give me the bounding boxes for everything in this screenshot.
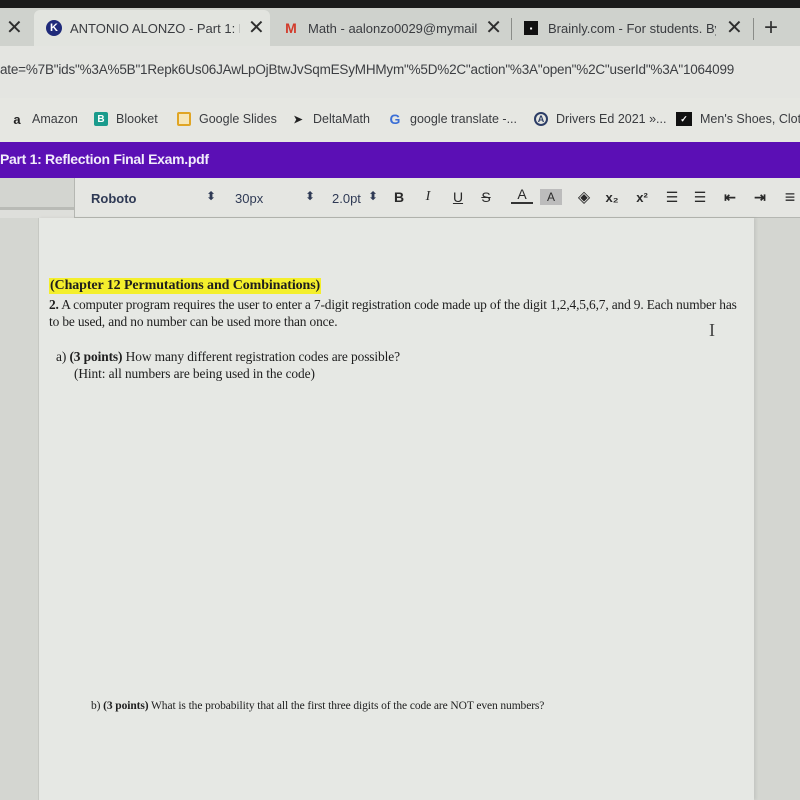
bulleted-list-icon[interactable]: ☰ (689, 186, 711, 208)
part-a-points: (3 points) (69, 349, 123, 364)
tab-title: Math - aalonzo0029@mymail (308, 20, 478, 36)
tab-previous[interactable]: ✕ (0, 10, 34, 46)
part-b-points: (3 points) (103, 700, 149, 712)
bookmark-blooket[interactable]: B Blooket (94, 112, 158, 126)
font-family-spinner-icon[interactable]: ⬍ (206, 189, 216, 203)
highlight-color-button[interactable]: A (540, 189, 562, 205)
question-text: A computer program requires the user to … (49, 297, 737, 329)
address-bar[interactable]: ate=%7B"ids"%3A%5B"1Repk6Us06JAwLpOjBtwJ… (0, 46, 800, 98)
bookmark-label: Amazon (32, 112, 78, 126)
bookmark-label: Blooket (116, 112, 158, 126)
font-size-select[interactable]: 30px (235, 191, 263, 206)
chapter-heading: (Chapter 12 Permutations and Combination… (49, 278, 322, 294)
strikethrough-button[interactable]: S (475, 186, 497, 208)
line-width-spinner-icon[interactable]: ⬍ (368, 189, 378, 203)
bold-button[interactable]: B (388, 186, 410, 208)
nike-icon: ✓ (676, 112, 692, 126)
k-logo-icon: K (46, 20, 62, 36)
part-a-text: How many different registration codes ar… (122, 349, 400, 364)
question-part-a: a) (3 points) How many different registr… (56, 348, 400, 382)
part-a-label: a) (56, 349, 70, 364)
bookmark-nike[interactable]: ✓ Men's Shoes, Clot... (676, 112, 800, 126)
tab-title: Brainly.com - For students. By (548, 20, 716, 36)
drivers-ed-icon: A (534, 112, 548, 126)
brainly-icon: ▪ (524, 21, 538, 35)
part-a-hint: (Hint: all numbers are being used in the… (74, 366, 315, 381)
question-2: 2. A computer program requires the user … (49, 296, 739, 330)
tab-math-gmail[interactable]: M Math - aalonzo0029@mymail ✕ (282, 10, 502, 46)
blooket-icon: B (94, 112, 108, 126)
tab-separator (753, 18, 754, 40)
font-size-spinner-icon[interactable]: ⬍ (305, 189, 315, 203)
subscript-button[interactable]: x₂ (601, 186, 623, 208)
bookmark-google-translate[interactable]: G google translate -... (388, 111, 518, 127)
bookmark-google-slides[interactable]: Google Slides (177, 112, 277, 126)
numbered-list-icon[interactable]: ☰ (661, 186, 683, 208)
tab-brainly[interactable]: ▪ Brainly.com - For students. By ✕ (524, 10, 754, 46)
text-color-button[interactable]: A (511, 186, 533, 204)
font-family-select[interactable]: Roboto (91, 191, 136, 206)
increase-indent-icon[interactable]: ⇥ (749, 186, 771, 208)
tab-separator (511, 18, 512, 40)
amazon-icon: a (13, 111, 21, 127)
google-slides-icon (177, 112, 191, 126)
tab-strip: ✕ K ANTONIO ALONZO - Part 1: Re ✕ M Math… (0, 0, 800, 46)
superscript-button[interactable]: x² (631, 186, 653, 208)
bookmark-label: Google Slides (199, 112, 277, 126)
close-tab-icon[interactable]: ✕ (6, 18, 23, 38)
url-text[interactable]: ate=%7B"ids"%3A%5B"1Repk6Us06JAwLpOjBtwJ… (0, 62, 734, 77)
bookmark-label: Drivers Ed 2021 »... (556, 112, 667, 126)
bookmark-label: DeltaMath (313, 112, 370, 126)
google-icon: G (389, 111, 401, 127)
deltamath-icon: ➤ (293, 113, 303, 126)
tab-antonio-alonzo[interactable]: K ANTONIO ALONZO - Part 1: Re ✕ (34, 10, 270, 46)
tab-title: ANTONIO ALONZO - Part 1: Re (70, 20, 240, 36)
part-b-text: What is the probability that all the fir… (148, 700, 545, 712)
bookmark-label: Men's Shoes, Clot... (700, 112, 800, 126)
fill-bucket-icon[interactable]: ◈ (573, 186, 595, 208)
document-title: Part 1: Reflection Final Exam.pdf (0, 151, 209, 167)
close-tab-icon[interactable]: ✕ (726, 18, 743, 38)
question-part-b: b) (3 points) What is the probability th… (91, 700, 544, 712)
bookmarks-bar: a Amazon B Blooket Google Slides ➤ Delta… (0, 98, 800, 142)
part-b-label: b) (91, 700, 104, 712)
new-tab-button[interactable]: + (764, 14, 778, 42)
underline-button[interactable]: U (447, 186, 469, 208)
document-viewer[interactable]: (Chapter 12 Permutations and Combination… (0, 218, 800, 800)
close-tab-icon[interactable]: ✕ (485, 18, 502, 38)
formatting-toolbar: Roboto ⬍ 30px ⬍ 2.0pt ⬍ B I U S A A ◈ x₂… (74, 178, 800, 218)
question-number: 2. (49, 297, 59, 312)
bookmark-deltamath[interactable]: ➤ DeltaMath (291, 112, 370, 126)
bookmark-label: google translate -... (410, 112, 518, 126)
bookmark-amazon[interactable]: a Amazon (10, 111, 78, 127)
toolbar-left-panel (0, 178, 74, 210)
line-width-select[interactable]: 2.0pt (332, 191, 361, 206)
app-title-bar: Part 1: Reflection Final Exam.pdf (0, 142, 800, 178)
close-tab-icon[interactable]: ✕ (248, 18, 265, 38)
italic-button[interactable]: I (417, 186, 439, 208)
text-cursor-icon: I (709, 320, 715, 340)
bookmark-drivers-ed[interactable]: A Drivers Ed 2021 »... (534, 112, 666, 126)
pdf-page[interactable]: (Chapter 12 Permutations and Combination… (38, 218, 754, 800)
gmail-icon: M (285, 20, 297, 36)
decrease-indent-icon[interactable]: ⇤ (719, 186, 741, 208)
align-icon[interactable]: ≡ (779, 186, 800, 208)
